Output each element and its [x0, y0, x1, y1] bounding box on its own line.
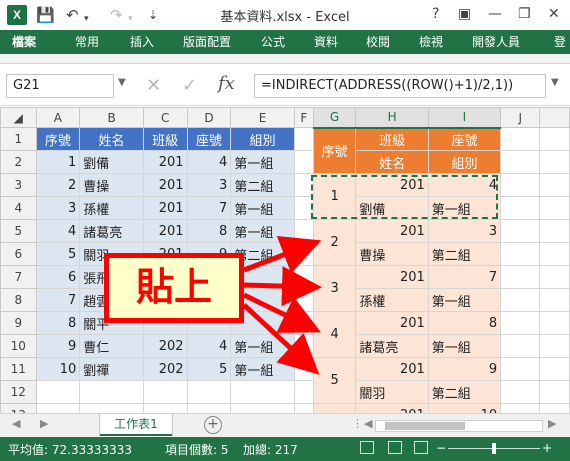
status-sum: 加總: 217 — [243, 443, 298, 457]
tab-sheet1[interactable]: 工作表1 — [100, 414, 172, 436]
status-bar: 平均值: 72.33333333 項目個數: 5 加總: 217 − + — [0, 437, 570, 461]
arrow-to-record-2 — [243, 236, 322, 274]
next-sheet-icon[interactable]: ▶ — [40, 417, 48, 430]
zoom-out-icon[interactable]: − — [436, 441, 446, 455]
arrow-to-record-5 — [242, 303, 320, 375]
zoom-in-icon[interactable]: + — [542, 441, 552, 455]
paste-callout: 貼上 — [104, 253, 244, 323]
status-average: 平均值: 72.33333333 — [8, 443, 133, 457]
sheet-tab-bar: ◀ ▶ 工作表1 + ⋮ ◀ ▶ — [0, 413, 570, 437]
normal-view-icon[interactable] — [360, 441, 374, 454]
zoom-slider-knob[interactable] — [492, 443, 496, 454]
page-layout-view-icon[interactable] — [388, 441, 402, 454]
status-count: 項目個數: 5 — [165, 443, 229, 457]
arrow-to-record-3 — [243, 266, 322, 307]
page-break-view-icon[interactable] — [414, 441, 428, 454]
scroll-left-icon[interactable]: ◀ — [364, 417, 372, 430]
sheet-options-icon[interactable]: ⋮ — [352, 417, 363, 430]
add-sheet-button[interactable]: + — [204, 416, 222, 434]
scroll-thumb[interactable] — [385, 422, 465, 430]
prev-sheet-icon[interactable]: ◀ — [12, 417, 20, 430]
paste-arrows — [242, 236, 322, 375]
scroll-right-icon[interactable]: ▶ — [548, 417, 556, 430]
